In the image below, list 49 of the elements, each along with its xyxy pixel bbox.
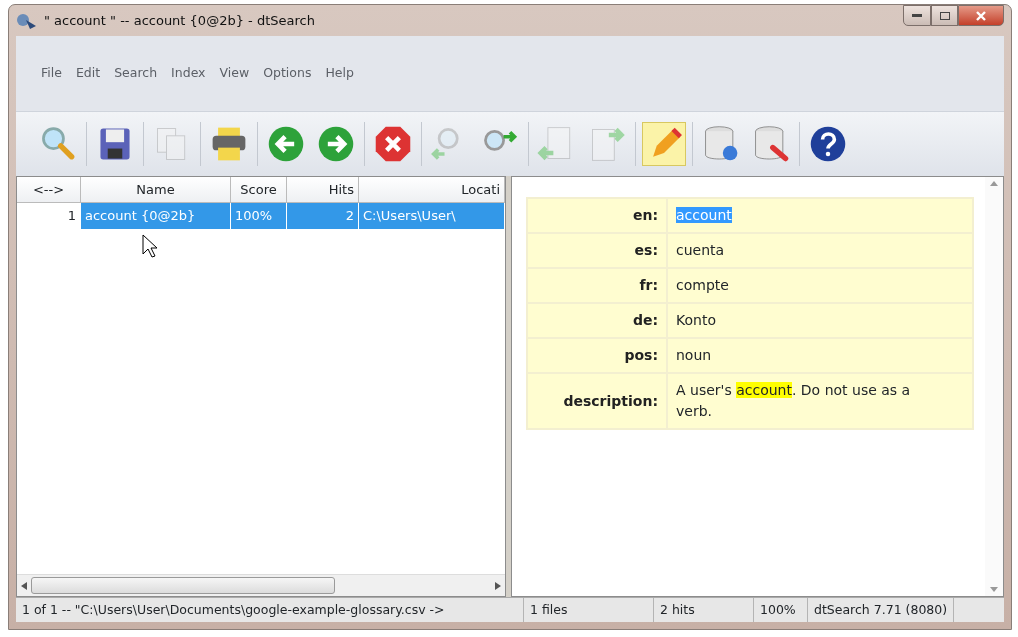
field-label: description: [527,373,667,429]
column-header[interactable]: Score [231,177,287,203]
scrollbar-thumb[interactable] [31,577,335,594]
maximize-button[interactable] [931,5,958,26]
minimize-icon [912,13,922,18]
menu-item[interactable]: File [34,62,69,85]
menu-item[interactable]: Search [107,62,165,85]
menu-item[interactable]: Index [164,62,213,85]
pencil-button[interactable] [642,122,686,166]
table-cell[interactable]: C:\Users\User\ [359,203,505,229]
status-text: dtSearch 7.71 (8080) [808,598,955,622]
field-value: noun [667,338,973,373]
column-header[interactable]: Hits [287,177,359,203]
column-header[interactable]: Name [81,177,231,203]
close-button[interactable] [958,5,1004,26]
table-cell[interactable]: 100% [231,203,287,229]
menu-item[interactable]: View [212,62,257,85]
close-icon [976,10,986,21]
table-cell[interactable]: 2 [287,203,359,229]
stop-icon [373,124,413,164]
field-value: account [667,198,973,233]
menu-item[interactable]: Options [256,62,319,85]
field-label: en: [527,198,667,233]
menu-item[interactable]: Help [318,62,361,85]
window-title: " account " -- account {0@2b} - dtSearch [44,11,315,30]
scroll-up-icon[interactable] [990,181,998,186]
field-label: pos: [527,338,667,373]
help-icon [808,124,848,164]
status-text: 100% [754,598,808,622]
mouse-cursor-icon [142,233,158,258]
status-text: 2 hits [654,598,754,622]
menu-item[interactable]: Edit [68,62,108,85]
scroll-right-icon[interactable] [495,581,501,590]
field-value: compte [667,268,973,303]
status-text: 1 files [524,598,654,622]
table-cell[interactable]: account {0@2b} [81,203,231,229]
field-label: fr: [527,268,667,303]
field-label: es: [527,233,667,268]
scroll-down-icon[interactable] [990,587,998,592]
minimize-button[interactable] [903,5,931,26]
field-value: A user's account. Do not use as a verb. [667,373,973,429]
column-header[interactable]: <--> [17,177,81,203]
column-header[interactable]: Locati [359,177,505,203]
status-text: 1 of 1 -- "C:\Users\User\Documents\google-example-glossary.csv -> [16,598,524,622]
field-value: cuenta [667,233,973,268]
maximize-icon [939,11,950,20]
scroll-left-icon[interactable] [21,581,27,590]
field-value: Konto [667,303,973,338]
field-label: de: [527,303,667,338]
